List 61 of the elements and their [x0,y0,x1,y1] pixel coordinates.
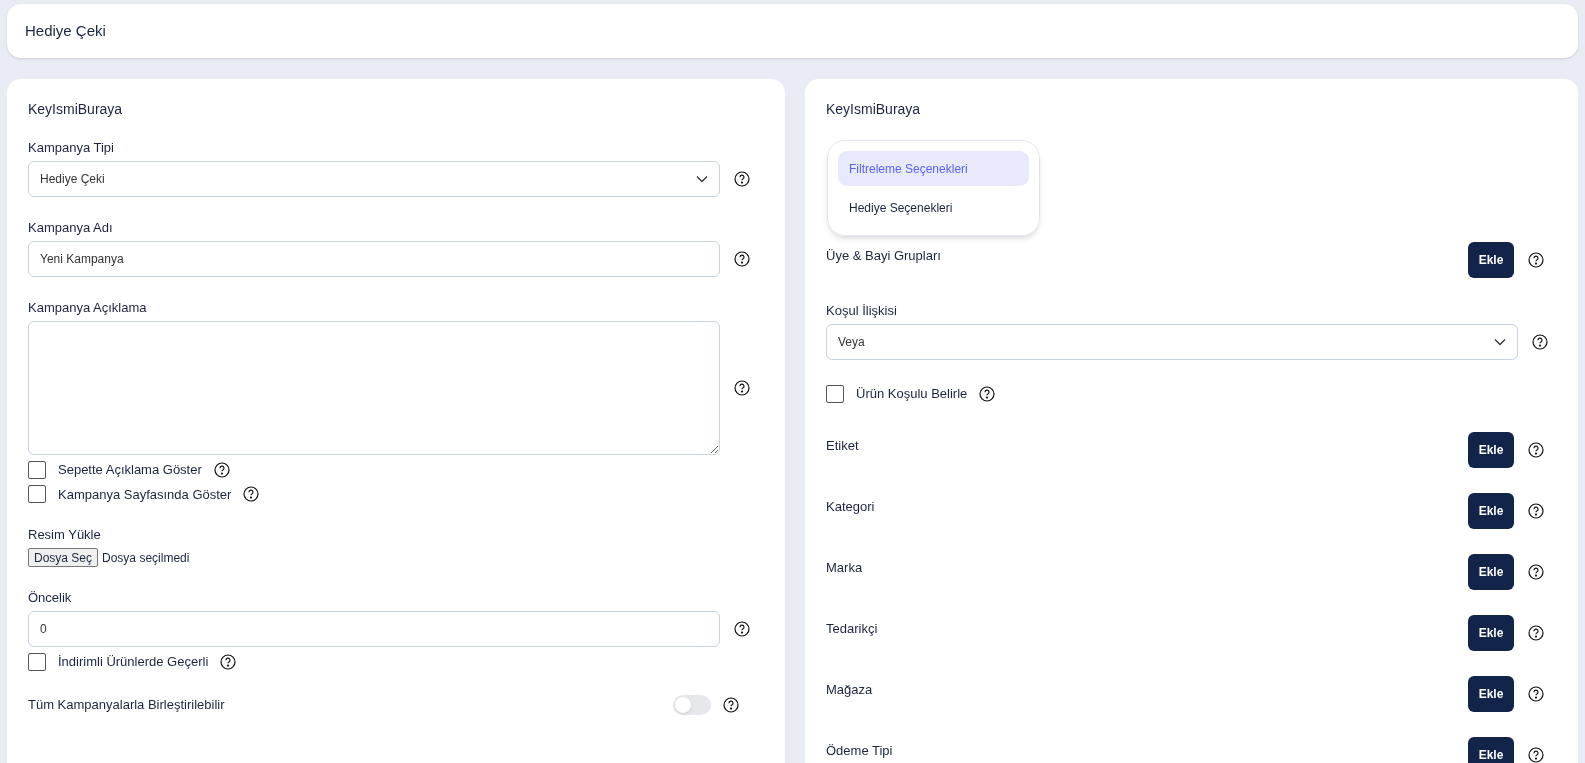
add-button[interactable]: Ekle [1468,492,1514,529]
field-label: Resim Yükle [28,527,102,543]
field-label: Üye & Bayi Grupları [826,247,942,265]
help-icon[interactable] [213,461,230,478]
add-button[interactable]: Ekle [1468,675,1514,712]
field-label: Kampanya Tipi [28,140,115,156]
help-icon[interactable] [1528,502,1544,519]
help-icon[interactable] [1532,334,1548,350]
help-icon[interactable] [1528,746,1544,763]
text-input[interactable]: Yeni Kampanya [28,241,720,277]
field-label: Kampanya Adı [28,220,114,236]
add-button[interactable]: Ekle [1468,736,1514,763]
panel-title: KeyIsmiBuraya [826,100,922,119]
checkbox-label: Kampanya Sayfasında Göster [58,485,232,504]
file-choose-button[interactable]: Dosya Seç [28,548,99,567]
add-button[interactable]: Ekle [1468,431,1514,468]
field-label: Marka [826,558,864,577]
tab[interactable]: Filtreleme Seçenekleri [838,151,1029,186]
help-icon[interactable] [1528,441,1544,458]
help-icon[interactable] [734,251,750,267]
field-label: Kategori [826,497,876,516]
tab[interactable]: Hediye Seçenekleri [838,190,1029,225]
panel-title: KeyIsmiBuraya [28,100,124,119]
help-icon[interactable] [1528,563,1544,580]
checkbox-label: İndirimli Ürünlerde Geçerli [58,653,209,671]
help-icon[interactable] [1528,624,1544,641]
field-label: Ödeme Tipi [826,741,894,760]
help-icon[interactable] [243,486,260,503]
help-icon[interactable] [734,380,750,396]
field-label: Koşul İlişkisi [826,303,898,319]
checkbox[interactable] [28,460,46,479]
page-title: Hediye Çeki [25,20,106,41]
add-button[interactable]: Ekle [1468,242,1514,278]
checkbox-label: Sepette Açıklama Göster [58,461,202,479]
textarea-field[interactable] [28,321,720,455]
checkbox[interactable] [826,384,844,403]
chevron-down-icon [1494,338,1506,346]
help-icon[interactable] [734,621,750,637]
help-icon[interactable] [220,653,237,670]
field-label: Kampanya Açıklama [28,300,148,316]
field-label: Tüm Kampanyalarla Birleştirilebilir [28,695,226,714]
checkbox[interactable] [28,485,46,504]
add-button[interactable]: Ekle [1468,553,1514,590]
field-label: Mağaza [826,680,874,699]
toggle-switch[interactable] [673,694,711,715]
help-icon[interactable] [1528,685,1544,702]
field-label: Etiket [826,436,860,455]
checkbox[interactable] [28,652,46,671]
checkbox-label: Ürün Koşulu Belirle [856,385,968,403]
text-input[interactable]: 0 [28,611,720,647]
add-button[interactable]: Ekle [1468,614,1514,651]
file-status: Dosya seçilmedi [102,549,190,567]
field-label: Tedarikçi [826,619,879,638]
help-icon[interactable] [734,171,750,187]
select-field[interactable]: Veya [826,324,1518,360]
chevron-down-icon [696,175,708,183]
select-field[interactable]: Hediye Çeki [28,161,720,197]
field-label: Öncelik [28,590,73,606]
help-icon[interactable] [979,385,996,402]
help-icon[interactable] [1528,252,1544,268]
help-icon[interactable] [723,696,739,713]
